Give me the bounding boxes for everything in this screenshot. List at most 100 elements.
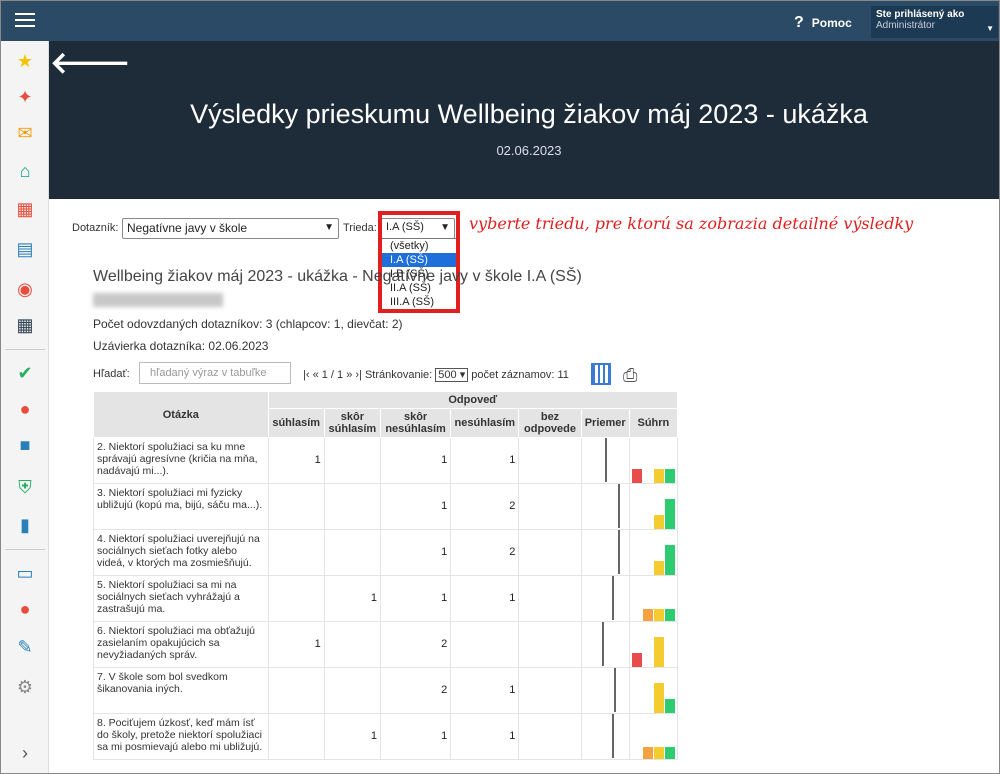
value-cell — [267, 713, 325, 760]
page-header: Výsledky prieskumu Wellbeing žiakov máj … — [49, 41, 999, 199]
summary-bar — [664, 469, 675, 483]
back-arrow-icon[interactable]: 🡐 — [50, 45, 130, 81]
summary-cell — [628, 667, 679, 714]
col-header: bez odpovede — [518, 408, 582, 438]
value-cell — [267, 529, 325, 576]
table-icon[interactable]: ▦ — [13, 197, 37, 221]
value-cell: 1 — [450, 575, 520, 622]
value-cell: 2 — [450, 483, 520, 530]
user-menu[interactable]: Ste prihlásený ako Administrátor ▼ — [871, 6, 998, 38]
value-cell — [323, 437, 381, 484]
summary-cell — [628, 713, 679, 760]
dotaznik-select[interactable]: Negatívne javy v škole ▼ — [122, 218, 339, 239]
value-cell: 1 — [323, 575, 381, 622]
gear-icon[interactable]: ⚙ — [13, 675, 37, 699]
check-icon[interactable]: ✔ — [13, 361, 37, 385]
question-cell: 8. Pociťujem úzkosť, keď mám ísť do škol… — [93, 713, 269, 760]
pagination: |‹ « 1 / 1 » ›| Stránkovanie: 500 ▾ poče… — [303, 368, 569, 382]
average-marker — [611, 576, 614, 620]
page-nav[interactable]: |‹ « 1 / 1 » ›| — [303, 369, 362, 381]
print-icon[interactable]: ⎙ — [623, 365, 637, 386]
briefcase-icon[interactable]: ■ — [13, 433, 37, 457]
notebook-icon[interactable]: ▤ — [13, 237, 37, 261]
value-cell: 1 — [379, 437, 452, 484]
top-bar: ? Pomoc Ste prihlásený ako Administrátor … — [1, 1, 999, 41]
columns-icon[interactable] — [591, 363, 611, 385]
report-heading: Wellbeing žiakov máj 2023 - ukážka - Neg… — [93, 268, 582, 285]
magic-wand-icon[interactable]: ✦ — [13, 85, 37, 109]
summary-bar — [653, 637, 664, 667]
col-header: nesúhlasím — [450, 408, 520, 438]
value-cell — [323, 483, 381, 530]
average-marker — [613, 668, 616, 712]
help-button[interactable]: ? Pomoc — [794, 14, 852, 32]
mail-icon[interactable]: ✉ — [13, 121, 37, 145]
table-row: 4. Niektorí spolužiaci uverejňujú na soc… — [93, 529, 679, 576]
question-cell: 5. Niektorí spolužiaci sa mi na sociálny… — [93, 575, 269, 622]
highlight-box — [378, 211, 460, 313]
average-cell — [580, 667, 630, 714]
summary-bar — [664, 545, 675, 575]
col-header: Súhrn — [628, 408, 679, 438]
summary-bar — [653, 747, 664, 759]
value-cell — [518, 483, 582, 530]
value-cell: 1 — [379, 529, 452, 576]
search-input[interactable]: hľadaný výraz v tabuľke — [139, 362, 291, 384]
page-date: 02.06.2023 — [496, 143, 562, 158]
deadline-text: Uzávierka dotazníka: 02.06.2023 — [93, 339, 269, 353]
summary-bar — [642, 747, 653, 759]
value-cell: 2 — [379, 667, 452, 714]
value-cell: 1 — [267, 437, 325, 484]
blurred-school-name — [93, 293, 223, 307]
book-icon[interactable]: ▭ — [13, 561, 37, 585]
summary-bar — [664, 499, 675, 529]
table-row: 3. Niektorí spolužiaci mi fyzicky ubližu… — [93, 483, 679, 530]
summary-cell — [628, 437, 679, 484]
value-cell — [267, 667, 325, 714]
value-cell — [518, 713, 582, 760]
paging-select[interactable]: 500 ▾ — [435, 368, 469, 382]
question-cell: 6. Niektorí spolužiaci ma obťažujú zasie… — [93, 621, 269, 668]
count-text: Počet odovzdaných dotazníkov: 3 (chlapco… — [93, 317, 403, 331]
user-icon[interactable]: ◉ — [13, 277, 37, 301]
table-row: 8. Pociťujem úzkosť, keď mám ísť do škol… — [93, 713, 679, 760]
average-cell — [580, 621, 630, 668]
bar-chart-icon[interactable]: ▮ — [13, 513, 37, 537]
table-row: 5. Niektorí spolužiaci sa mi na sociálny… — [93, 575, 679, 622]
summary-bar — [631, 469, 642, 483]
question-cell: 7. V škole som bol svedkom šikanovania i… — [93, 667, 269, 714]
summary-bar — [664, 699, 675, 713]
records-count: počet záznamov: 11 — [471, 369, 569, 381]
summary-bar — [653, 609, 664, 621]
summary-cell — [628, 575, 679, 622]
average-cell — [580, 575, 630, 622]
home-icon[interactable]: ⌂ — [13, 159, 37, 183]
chevron-down-icon: ▼ — [986, 24, 994, 33]
chart-circle-icon[interactable]: ● — [13, 397, 37, 421]
value-cell — [518, 575, 582, 622]
value-cell — [518, 529, 582, 576]
app-window: ? Pomoc Ste prihlásený ako Administrátor … — [0, 0, 1000, 774]
pen-icon[interactable]: ✎ — [13, 635, 37, 659]
value-cell: 2 — [379, 621, 452, 668]
calendar-icon[interactable]: ▦ — [13, 313, 37, 337]
chevron-right-icon[interactable]: › — [13, 741, 37, 765]
value-cell — [450, 621, 520, 668]
value-cell: 1 — [450, 667, 520, 714]
value-cell: 1 — [267, 621, 325, 668]
question-cell: 2. Niektorí spolužiaci sa ku mne správaj… — [93, 437, 269, 484]
summary-bar — [642, 609, 653, 621]
value-cell — [267, 483, 325, 530]
question-icon: ? — [794, 14, 804, 31]
col-header: skôr nesúhlasím — [379, 408, 452, 438]
hamburger-menu-icon[interactable] — [15, 13, 35, 29]
col-header: Priemer — [580, 408, 630, 438]
value-cell — [323, 667, 381, 714]
search-label: Hľadať: — [93, 368, 130, 380]
question-cell: 4. Niektorí spolužiaci uverejňujú na soc… — [93, 529, 269, 576]
chat-icon[interactable]: ● — [13, 597, 37, 621]
page-title: Výsledky prieskumu Wellbeing žiakov máj … — [190, 99, 868, 129]
star-icon[interactable]: ★ — [13, 49, 37, 73]
shield-icon[interactable]: ⛨ — [13, 475, 37, 499]
average-marker — [618, 530, 621, 574]
